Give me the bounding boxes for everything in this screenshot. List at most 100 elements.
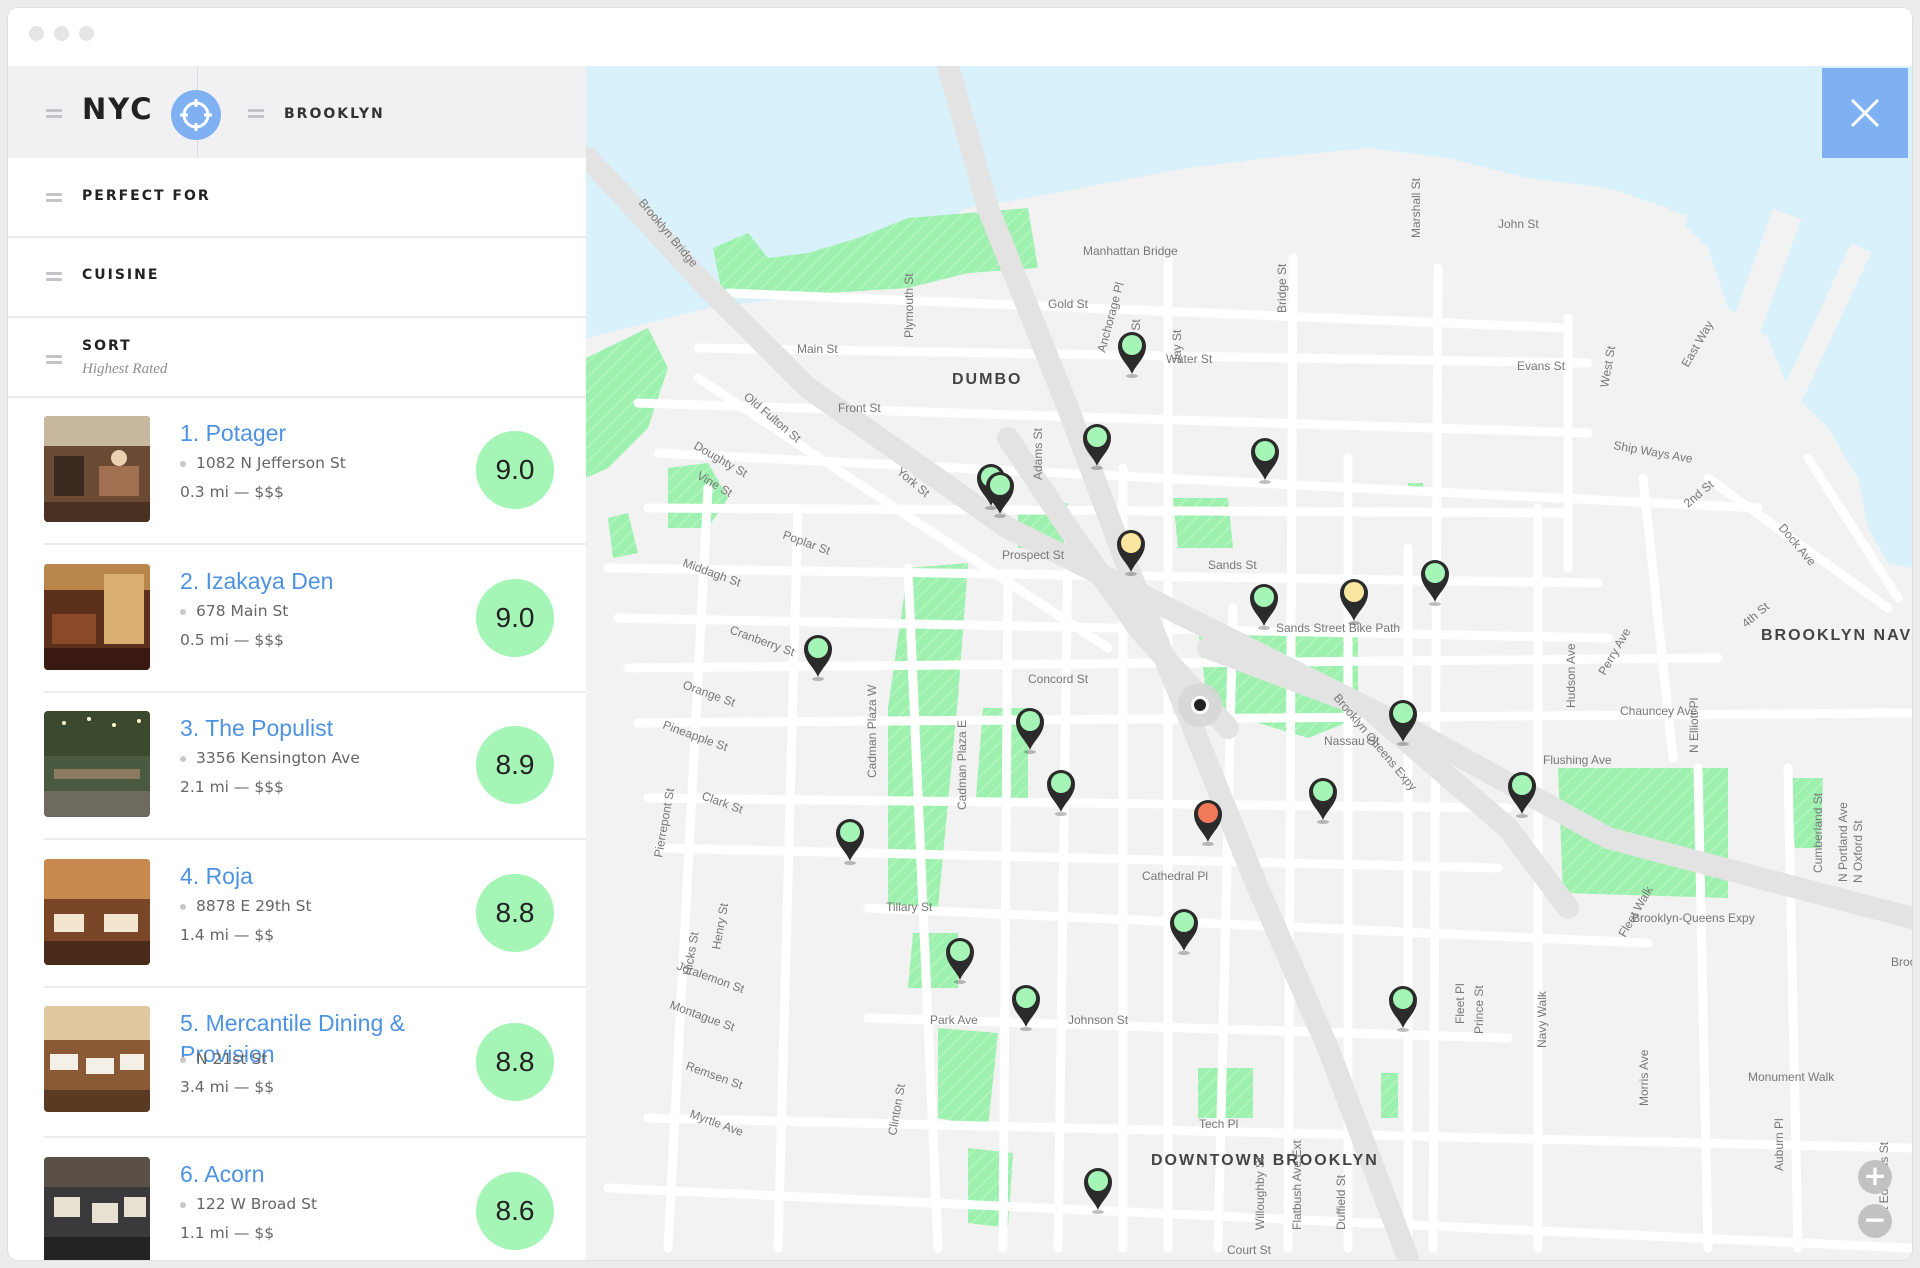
street-label: Evans St — [1517, 359, 1566, 373]
close-icon — [1850, 98, 1880, 128]
street-label: Monument Walk — [1748, 1070, 1835, 1084]
street-label: Orange St — [681, 678, 738, 710]
restaurant-card[interactable]: 3. The Populist 3356 Kensington Ave 2.1 … — [44, 691, 586, 840]
drag-handle-icon[interactable] — [46, 272, 62, 281]
street-label: Cadman Plaza E — [955, 720, 969, 810]
street-label: Fleet Pl — [1453, 983, 1467, 1024]
street-label: Nassau St — [1324, 734, 1380, 748]
filter-cuisine[interactable]: CUISINE — [8, 238, 586, 318]
rating-badge: 9.0 — [476, 431, 554, 509]
map-canvas[interactable]: DUMBO DOWNTOWN BROOKLYN BROOKLYN NAVY Br… — [586, 66, 1912, 1260]
map-pin[interactable] — [1118, 332, 1146, 378]
current-location-marker — [1178, 683, 1222, 727]
street-label: Bridge St — [1275, 263, 1289, 313]
restaurant-meta: 1.1 mi — $$ — [180, 1224, 275, 1242]
street-label: Cadman Plaza W — [865, 684, 879, 778]
map-pin[interactable] — [1047, 770, 1075, 816]
drag-handle-icon[interactable] — [46, 355, 62, 364]
restaurant-name[interactable]: 3. The Populist — [180, 713, 420, 744]
borough-menu-icon[interactable] — [248, 109, 264, 118]
restaurant-address: 678 Main St — [180, 602, 288, 620]
restaurant-address: 1082 N Jefferson St — [180, 454, 346, 472]
title-bar — [8, 8, 1912, 66]
restaurant-address: 122 W Broad St — [180, 1195, 317, 1213]
window-close-dot[interactable] — [29, 26, 44, 41]
location-pin-icon — [180, 755, 186, 762]
restaurant-name[interactable]: 4. Roja — [180, 861, 420, 892]
street-label: Cumberland St — [1811, 792, 1825, 873]
close-map-button[interactable] — [1822, 68, 1908, 158]
zoom-in-button[interactable]: + — [1858, 1160, 1892, 1194]
zoom-out-button[interactable]: − — [1858, 1204, 1892, 1238]
restaurant-card[interactable]: 4. Roja 8878 E 29th St 1.4 mi — $$ 8.8 — [44, 839, 586, 988]
street-label: Sands Street Bike Path — [1276, 621, 1400, 635]
street-label: Brooklyn-Queens Expy — [1891, 955, 1912, 969]
sidebar: NYC BROOKLYN PERFECT FOR CUISINE SORT Hi… — [8, 66, 587, 1260]
restaurant-name[interactable]: 1. Potager — [180, 418, 420, 449]
filter-cuisine-label: CUISINE — [82, 267, 160, 283]
area-label-dumbo: DUMBO — [952, 371, 1022, 388]
restaurant-photo — [44, 1157, 150, 1260]
address-text: 122 W Broad St — [196, 1195, 318, 1213]
street-label: Dock Ave — [1776, 521, 1819, 569]
restaurant-meta: 1.4 mi — $$ — [180, 926, 275, 944]
location-header: NYC BROOKLYN — [8, 66, 586, 160]
filter-perfect-for[interactable]: PERFECT FOR — [8, 158, 586, 238]
address-text: 3356 Kensington Ave — [196, 749, 360, 767]
street-label: Main St — [797, 342, 838, 356]
street-label: Adams St — [1031, 427, 1045, 480]
street-label: Cathedral Pl — [1142, 869, 1208, 883]
street-label: Marshall St — [1409, 177, 1423, 238]
street-label: Prospect St — [1002, 548, 1065, 562]
drag-handle-icon[interactable] — [46, 193, 62, 202]
window-minimize-dot[interactable] — [54, 26, 69, 41]
restaurant-address: 8878 E 29th St — [180, 897, 312, 915]
street-label: Johnson St — [1068, 1013, 1129, 1027]
restaurant-photo — [44, 564, 150, 670]
restaurant-meta: 2.1 mi — $$$ — [180, 778, 284, 796]
map-pin[interactable] — [1421, 560, 1449, 606]
map-pin[interactable] — [804, 635, 832, 681]
street-label: Tech Pl — [1199, 1117, 1238, 1131]
street-label: Jay St — [1170, 329, 1184, 363]
street-label: Court St — [1227, 1243, 1272, 1257]
restaurant-card[interactable]: 2. Izakaya Den 678 Main St 0.5 mi — $$$ … — [44, 544, 586, 693]
restaurant-photo — [44, 859, 150, 965]
sort-selector[interactable]: SORT Highest Rated — [8, 318, 586, 398]
restaurant-meta: 3.4 mi — $$ — [180, 1078, 275, 1096]
address-text: 678 Main St — [196, 602, 289, 620]
map-pin[interactable] — [1389, 986, 1417, 1032]
street-label: Plymouth St — [902, 273, 916, 338]
restaurant-photo — [44, 711, 150, 817]
city-menu-icon[interactable] — [46, 109, 62, 118]
street-label: Perry Ave — [1595, 625, 1633, 677]
street-label: Myrtle Ave — [688, 1107, 746, 1139]
street-label: Manhattan Bridge — [1083, 244, 1178, 258]
street-label: Auburn Pl — [1772, 1118, 1786, 1171]
locate-button[interactable] — [171, 90, 221, 140]
window-zoom-dot[interactable] — [79, 26, 94, 41]
street-label: Front St — [838, 401, 881, 415]
street-label: John St — [1498, 217, 1539, 231]
location-pin-icon — [180, 1201, 186, 1208]
restaurant-card[interactable]: 1. Potager 1082 N Jefferson St 0.3 mi — … — [44, 396, 586, 545]
map-pin[interactable] — [836, 819, 864, 865]
restaurant-card[interactable]: 5. Mercantile Dining & Provision N 21st … — [44, 986, 586, 1138]
street-label: Navy Walk — [1535, 990, 1549, 1048]
address-text: 1082 N Jefferson St — [196, 454, 346, 472]
city-selector[interactable]: NYC — [82, 92, 154, 126]
borough-selector[interactable]: BROOKLYN — [284, 106, 385, 122]
map-pin[interactable] — [1309, 778, 1337, 824]
map-pin[interactable] — [1508, 772, 1536, 818]
map-pin[interactable] — [1250, 584, 1278, 630]
location-pin-icon — [180, 460, 186, 467]
restaurant-card[interactable]: 6. Acorn 122 W Broad St 1.1 mi — $$ 8.6 — [44, 1137, 586, 1260]
map-pin[interactable] — [1194, 800, 1222, 846]
restaurant-name[interactable]: 6. Acorn — [180, 1159, 420, 1190]
map-pin[interactable] — [1251, 438, 1279, 484]
map-pin[interactable] — [1170, 909, 1198, 955]
sort-value: Highest Rated — [82, 361, 168, 377]
map-view[interactable]: DUMBO DOWNTOWN BROOKLYN BROOKLYN NAVY Br… — [586, 66, 1912, 1260]
restaurant-name[interactable]: 2. Izakaya Den — [180, 566, 420, 597]
rating-badge: 8.8 — [476, 874, 554, 952]
